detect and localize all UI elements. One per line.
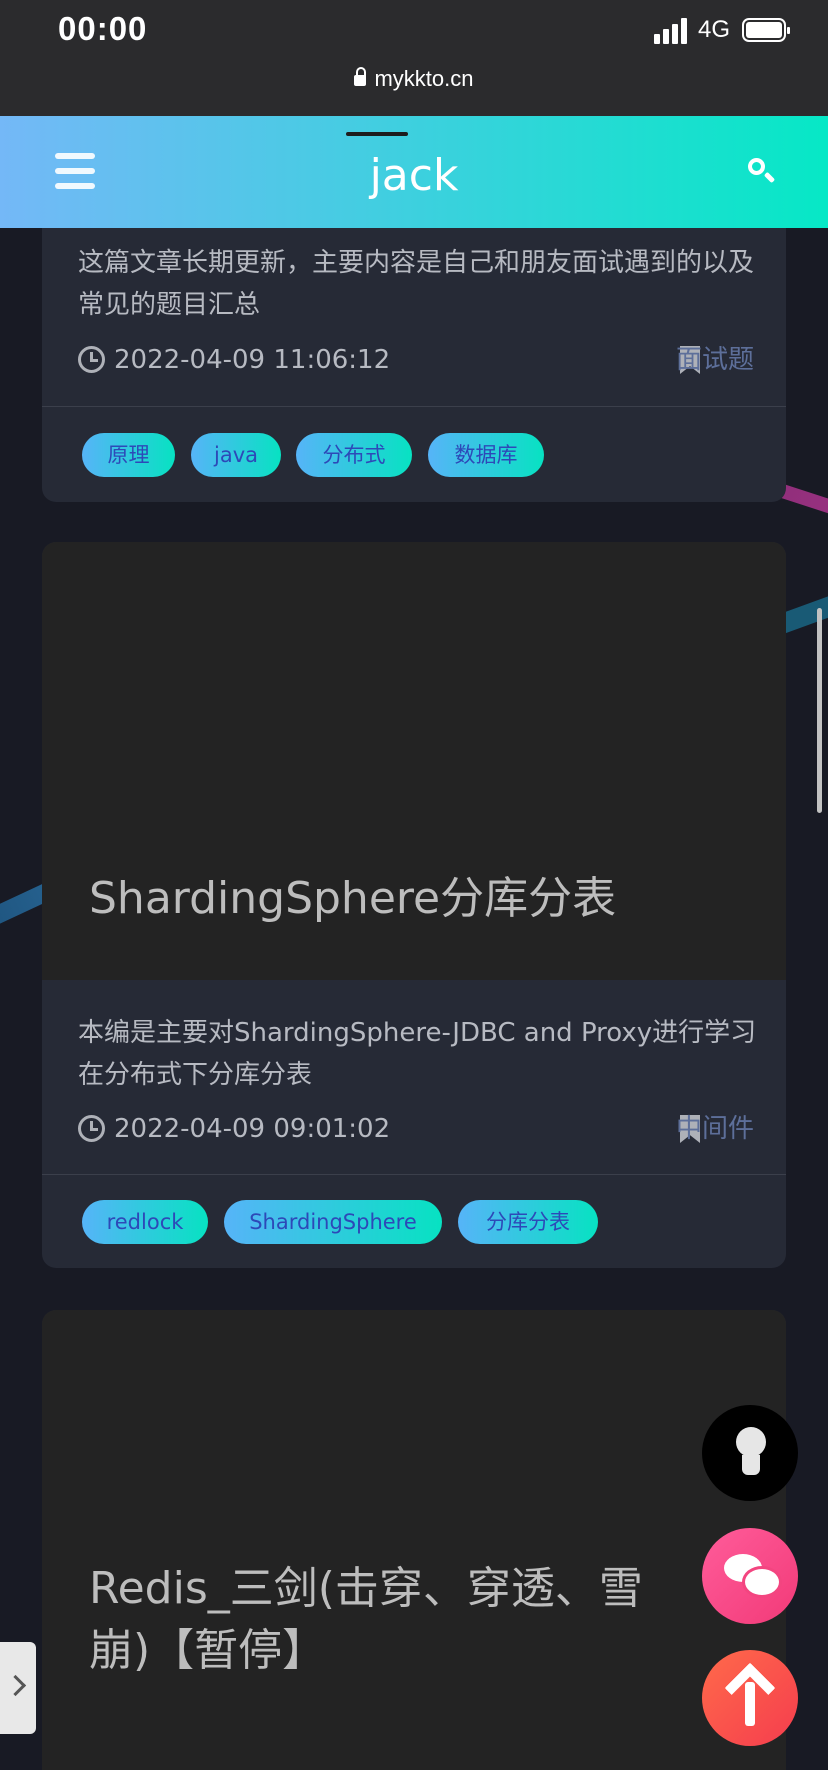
post-card[interactable]: ShardingSphere分库分表 本编是主要对ShardingSphere-…	[42, 542, 786, 1268]
signal-icon	[654, 18, 690, 44]
url-bar[interactable]: mykkto.cn	[0, 66, 828, 92]
chat-button[interactable]	[702, 1528, 798, 1624]
post-category[interactable]: 中间件	[676, 1111, 754, 1147]
post-cover[interactable]: ShardingSphere分库分表	[42, 542, 786, 980]
post-title[interactable]: Redis_三剑(击穿、穿透、雪崩)【暂停】	[89, 1558, 696, 1682]
card-divider	[42, 1174, 786, 1175]
status-time: 00:00	[58, 10, 148, 47]
tag-pill[interactable]: ShardingSphere	[224, 1200, 442, 1244]
lock-icon	[354, 67, 367, 86]
battery-icon	[742, 18, 790, 42]
tag-pill[interactable]: redlock	[82, 1200, 208, 1244]
clock-icon	[78, 1115, 105, 1142]
search-icon[interactable]	[748, 158, 776, 186]
scrollbar[interactable]	[817, 608, 822, 813]
tag-pill[interactable]: 原理	[82, 433, 175, 477]
card-divider	[42, 406, 786, 407]
post-excerpt: 本编是主要对ShardingSphere-JDBC and Proxy进行学习在…	[78, 1018, 757, 1090]
post-date: 2022-04-09 09:01:02	[114, 1114, 391, 1144]
post-cover[interactable]: Redis_三剑(击穿、穿透、雪崩)【暂停】	[42, 1310, 786, 1770]
chevron-right-icon	[4, 1674, 27, 1697]
post-excerpt: 这篇文章长期更新，主要内容是自己和朋友面试遇到的以及常见的题目汇总	[78, 248, 755, 320]
back-to-top-button[interactable]	[702, 1650, 798, 1746]
status-bar: 00:00 4G mykkto.cn	[0, 0, 828, 116]
post-card[interactable]: Redis_三剑(击穿、穿透、雪崩)【暂停】	[42, 1310, 786, 1770]
post-date: 2022-04-09 11:06:12	[114, 345, 391, 375]
post-title[interactable]: ShardingSphere分库分表	[89, 868, 696, 930]
post-meta: 2022-04-09 11:06:12 面试题	[78, 342, 754, 378]
site-brand[interactable]: jack	[0, 150, 828, 201]
clock-icon	[78, 346, 105, 373]
network-type: 4G	[698, 16, 731, 43]
tag-pill[interactable]: 数据库	[428, 433, 544, 477]
tag-pill[interactable]: 分库分表	[458, 1200, 598, 1244]
lightbulb-icon	[736, 1427, 766, 1457]
scroll-indicator	[346, 132, 408, 136]
site-header: jack	[0, 116, 828, 228]
post-category[interactable]: 面试题	[676, 342, 754, 378]
post-meta: 2022-04-09 09:01:02 中间件	[78, 1111, 754, 1147]
tag-pill[interactable]: java	[191, 433, 281, 477]
url-text: mykkto.cn	[374, 66, 474, 91]
post-card[interactable]: 这篇文章长期更新，主要内容是自己和朋友面试遇到的以及常见的题目汇总 2022-0…	[42, 200, 786, 502]
theme-toggle-button[interactable]	[702, 1405, 798, 1501]
tag-pill[interactable]: 分布式	[296, 433, 412, 477]
sidebar-handle[interactable]	[0, 1642, 36, 1734]
